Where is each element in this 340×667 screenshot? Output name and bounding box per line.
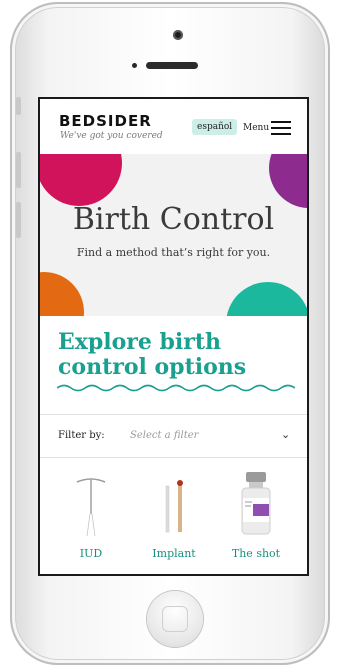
earpiece-speaker (146, 62, 198, 69)
hamburger-menu-icon[interactable] (271, 121, 291, 135)
wavy-underline-icon (57, 384, 295, 392)
decorative-purple-circle (269, 154, 307, 208)
method-card-shot[interactable]: The shot (216, 458, 296, 568)
volume-down-button (16, 202, 21, 238)
bedsider-logo[interactable]: BEDSIDER (59, 112, 152, 130)
front-camera (173, 30, 183, 40)
phone-screen: BEDSIDER We've got you covered español M… (38, 97, 309, 576)
method-label-shot[interactable]: The shot (216, 547, 296, 560)
proximity-sensor (132, 63, 137, 68)
method-card-iud[interactable]: IUD (51, 458, 131, 568)
shot-vial-icon (241, 472, 271, 535)
method-label-iud[interactable]: IUD (51, 547, 131, 560)
method-card-implant[interactable]: Implant (134, 458, 214, 568)
explore-heading: Explore birth control options (58, 329, 247, 380)
page-subtitle: Find a method that’s right for you. (76, 246, 271, 259)
language-toggle-button[interactable]: español (192, 119, 238, 135)
home-button-icon (162, 606, 188, 632)
site-header: BEDSIDER We've got you covered español M… (40, 99, 307, 154)
explore-section: Explore birth control options (40, 316, 307, 414)
iud-icon (76, 478, 106, 537)
home-button[interactable] (147, 591, 203, 647)
method-list: IUD Implant The shot (40, 458, 307, 574)
tagline: We've got you covered (60, 131, 163, 141)
filter-bar[interactable]: Filter by: Select a filter ⌄ (40, 414, 307, 458)
menu-label[interactable]: Menu (243, 123, 269, 133)
page-title: Birth Control (72, 202, 275, 237)
method-label-implant[interactable]: Implant (134, 547, 214, 560)
mute-switch (16, 97, 21, 115)
hero-banner: Birth Control Find a method that’s right… (40, 154, 307, 316)
filter-label: Filter by: (58, 430, 105, 441)
decorative-orange-circle (40, 272, 84, 316)
chevron-down-icon[interactable]: ⌄ (281, 428, 290, 441)
filter-select[interactable]: Select a filter (130, 430, 198, 441)
decorative-teal-circle (226, 282, 307, 316)
decorative-magenta-circle (40, 154, 122, 206)
implant-icon (165, 480, 183, 533)
volume-up-button (16, 152, 21, 188)
